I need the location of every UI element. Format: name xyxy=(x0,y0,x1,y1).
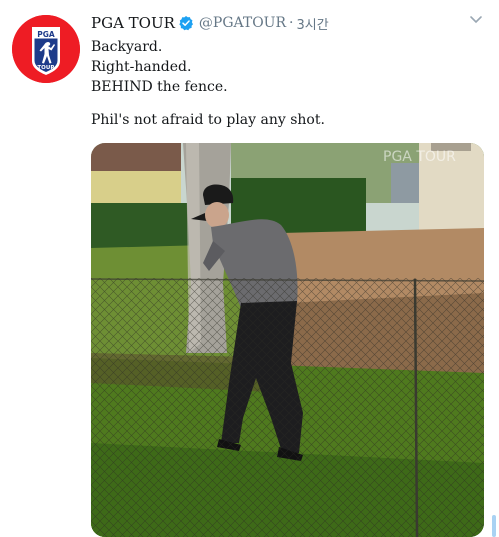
tweet-text-line-3: BEHIND the fence. xyxy=(91,79,228,95)
author-handle[interactable]: @PGATOUR xyxy=(199,15,286,31)
video-watermark: PGA TOUR xyxy=(383,149,456,165)
logo-text-tour: TOUR xyxy=(37,65,55,71)
tweet-text-line-1: Backyard. xyxy=(91,39,163,55)
tweet-text-line-4: Phil's not afraid to play any shot. xyxy=(91,112,325,128)
logo-text-pga: PGA xyxy=(37,30,55,39)
pga-tour-logo-icon: PGA TOUR xyxy=(12,15,80,83)
tweet-video[interactable]: PGA TOUR xyxy=(91,143,484,537)
author-name[interactable]: PGA TOUR xyxy=(91,14,175,32)
tweet-text: Backyard. Right-handed. BEHIND the fence… xyxy=(91,37,481,130)
tweet-header: PGA TOUR @PGATOUR · 3시간 xyxy=(91,13,329,33)
video-frame: PGA TOUR xyxy=(91,143,484,537)
tweet[interactable]: PGA TOUR PGA TOUR @PGATOUR · 3시간 Backyar… xyxy=(0,0,499,537)
separator-dot: · xyxy=(289,15,294,31)
avatar[interactable]: PGA TOUR xyxy=(12,15,80,83)
tweet-timestamp[interactable]: 3시간 xyxy=(296,14,328,33)
tweet-text-line-2: Right-handed. xyxy=(91,59,192,75)
verified-badge-icon xyxy=(179,16,193,31)
scrollbar-thumb[interactable] xyxy=(492,515,496,537)
chevron-down-icon[interactable] xyxy=(468,14,484,26)
